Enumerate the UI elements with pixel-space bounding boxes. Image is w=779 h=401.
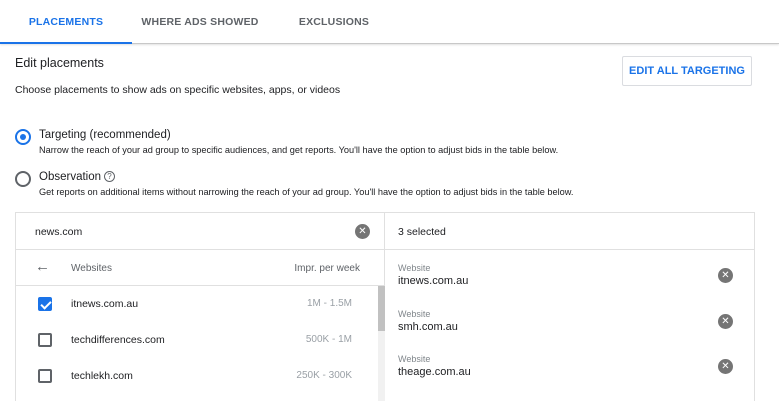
browse-panel: ✕ ← Websites Impr. per week itnews.com.a…	[15, 212, 385, 401]
search-input[interactable]	[35, 222, 335, 242]
scrollbar-track[interactable]	[378, 286, 385, 401]
tab-bar: PLACEMENTS WHERE ADS SHOWED EXCLUSIONS	[0, 0, 779, 44]
list-item-site: techlekh.com	[71, 370, 133, 382]
selected-item-site: theage.com.au	[398, 366, 471, 378]
list-item[interactable]: techdifferences.com 500K - 1M	[16, 322, 378, 358]
edit-all-targeting-button[interactable]: EDIT ALL TARGETING	[622, 56, 752, 86]
list-item-impressions: 250K - 300K	[296, 370, 352, 381]
observation-description: Get reports on additional items without …	[39, 187, 574, 197]
list-item-impressions: 500K - 1M	[305, 334, 352, 345]
selected-count: 3 selected	[398, 226, 446, 238]
checkbox-checked[interactable]	[38, 297, 52, 311]
clear-icon[interactable]: ✕	[355, 224, 370, 239]
targeting-label: Targeting (recommended)	[39, 129, 171, 141]
list-item[interactable]: itnews.com.au 1M - 1.5M	[16, 286, 378, 322]
tab-exclusions[interactable]: EXCLUSIONS	[268, 0, 400, 43]
targeting-radio[interactable]	[15, 129, 31, 145]
column-header-impressions: Impr. per week	[294, 263, 360, 274]
selected-panel: 3 selected Website itnews.com.au ✕ Websi…	[385, 212, 755, 401]
remove-icon[interactable]: ✕	[718, 359, 733, 374]
selected-item: Website smh.com.au ✕	[385, 309, 754, 354]
list-item[interactable]: techlekh.com 250K - 300K	[16, 358, 378, 394]
browse-header: ← Websites Impr. per week	[16, 250, 384, 286]
observation-label: Observation	[39, 171, 102, 183]
selected-item-type: Website	[398, 354, 431, 364]
scrollbar-thumb[interactable]	[378, 286, 385, 331]
selected-item-type: Website	[398, 309, 431, 319]
checkbox[interactable]	[38, 333, 52, 347]
selected-item-site: itnews.com.au	[398, 275, 469, 287]
checkbox[interactable]	[38, 369, 52, 383]
remove-icon[interactable]: ✕	[718, 314, 733, 329]
arrow-back-icon[interactable]: ←	[35, 259, 50, 275]
column-header-websites: Websites	[71, 263, 112, 274]
selected-item: Website theage.com.au ✕	[385, 354, 754, 399]
remove-icon[interactable]: ✕	[718, 268, 733, 283]
section-description: Choose placements to show ads on specifi…	[15, 84, 341, 96]
targeting-description: Narrow the reach of your ad group to spe…	[39, 145, 559, 155]
tab-where-ads-showed[interactable]: WHERE ADS SHOWED	[132, 0, 268, 43]
selected-item-site: smh.com.au	[398, 321, 458, 333]
list-item-site: techdifferences.com	[71, 334, 165, 346]
tab-placements[interactable]: PLACEMENTS	[0, 0, 132, 44]
selected-item-type: Website	[398, 263, 431, 273]
selected-header: 3 selected	[385, 213, 754, 250]
list-item-site: itnews.com.au	[71, 298, 139, 310]
list-item-impressions: 1M - 1.5M	[306, 298, 352, 309]
selected-item: Website itnews.com.au ✕	[385, 263, 754, 308]
search-row: ✕	[16, 213, 384, 250]
observation-radio[interactable]	[15, 171, 31, 187]
help-circle-icon[interactable]: ?	[104, 171, 116, 182]
observation-label-wrap: Observation?	[39, 171, 116, 183]
section-title: Edit placements	[15, 56, 104, 70]
